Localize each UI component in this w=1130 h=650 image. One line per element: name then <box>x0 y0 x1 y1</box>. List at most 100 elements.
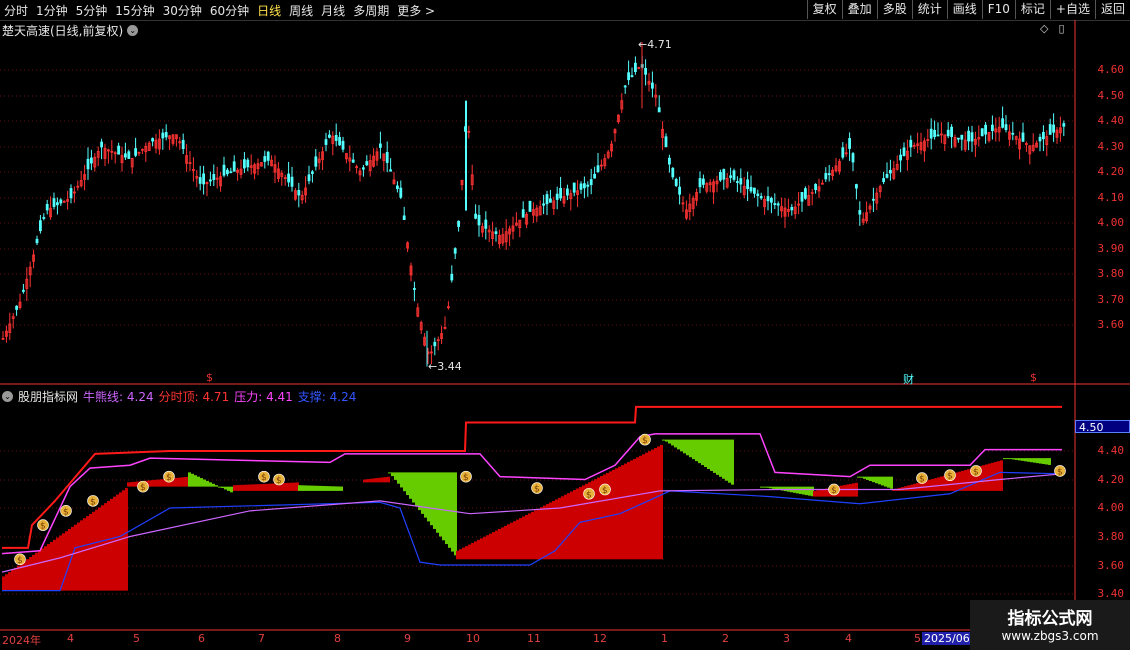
chevron-down-icon[interactable]: ⌄ <box>2 391 13 402</box>
indicator-y-tick-label: 4.20 <box>1097 473 1125 486</box>
candle-body <box>259 162 263 167</box>
chevron-down-icon[interactable]: ⌄ <box>127 25 139 36</box>
panel-toggle-icon[interactable]: ▯ <box>1058 22 1064 35</box>
period-tab-fenshi[interactable]: 分时 <box>0 2 32 19</box>
candle-body <box>365 161 369 166</box>
indicator-bar <box>125 488 128 591</box>
overlay-button[interactable]: 叠加 <box>841 0 877 19</box>
restore-rights-button[interactable]: 复权 <box>806 0 842 19</box>
period-tab-15min[interactable]: 15分钟 <box>111 2 158 19</box>
indicator-bar <box>570 491 573 560</box>
candle-body <box>538 206 542 216</box>
diamond-icon[interactable]: ◇ <box>1040 22 1048 35</box>
indicator-bar <box>145 480 148 487</box>
candle-body <box>895 163 899 170</box>
candle-body <box>878 186 882 193</box>
indicator-bar <box>567 493 570 560</box>
candle-body <box>79 180 83 187</box>
statistics-button[interactable]: 统计 <box>911 0 947 19</box>
candle-body <box>579 183 583 190</box>
candle-body <box>307 174 311 182</box>
period-tab-30min[interactable]: 30分钟 <box>159 2 206 19</box>
candle-body <box>45 203 49 211</box>
candle-body <box>957 137 960 140</box>
indicator-bar <box>778 486 781 491</box>
candle-body <box>372 155 376 167</box>
period-tab-1min[interactable]: 1分钟 <box>32 2 72 19</box>
candle-body <box>909 139 913 148</box>
dividend-marker[interactable]: $ <box>206 371 213 384</box>
period-tab-monthly[interactable]: 月线 <box>317 2 349 19</box>
candle-body <box>970 132 974 142</box>
candle-body <box>137 151 141 154</box>
candle-body <box>161 132 165 139</box>
indicator-name: 股朋指标网 <box>18 390 79 404</box>
indicator-bar <box>163 478 166 487</box>
dividend-marker[interactable]: $ <box>1030 371 1037 384</box>
indicator-bar <box>564 494 567 560</box>
pressure-field: 压力: 4.41 <box>234 390 293 404</box>
mark-button[interactable]: 标记 <box>1014 0 1050 19</box>
indicator-bar <box>898 487 901 491</box>
candle-body <box>946 129 950 137</box>
indicator-bar <box>1018 458 1021 461</box>
candle-body <box>49 207 52 218</box>
back-button[interactable]: 返回 <box>1094 0 1130 19</box>
indicator-bar <box>863 476 866 479</box>
candle-body <box>906 150 909 160</box>
add-watchlist-button[interactable]: +自选 <box>1049 0 1095 19</box>
period-tab-60min[interactable]: 60分钟 <box>206 2 253 19</box>
candle-body <box>759 196 763 199</box>
bull-bear-field: 牛熊线: 4.24 <box>83 390 154 404</box>
indicator-bar <box>166 478 169 487</box>
candle-body <box>559 187 562 199</box>
indicator-bar <box>230 486 233 493</box>
candle-body <box>528 200 532 212</box>
finance-marker[interactable]: 财 <box>903 371 914 387</box>
date-tick-label: 8 <box>334 632 341 645</box>
indicator-bar <box>910 484 913 491</box>
draw-line-button[interactable]: 画线 <box>946 0 982 19</box>
candle-body <box>572 182 576 193</box>
y-tick-label: 4.00 <box>1097 216 1125 229</box>
candle-body <box>253 164 257 174</box>
period-tab-daily[interactable]: 日线 <box>253 2 285 19</box>
indicator-bar <box>1012 458 1015 460</box>
indicator-bar <box>340 486 343 491</box>
candle-body <box>912 144 916 147</box>
candle-body <box>443 327 447 329</box>
period-tab-more[interactable]: 更多 > <box>393 2 439 19</box>
price-chart[interactable]: $ $ $ $ $ $ $ $ $ $ $ $ $ $ $ $ $ $ <box>0 0 1130 650</box>
indicator-bar <box>80 520 83 591</box>
indicator-bar <box>772 486 775 489</box>
candle-body <box>327 134 331 138</box>
indicator-bar <box>878 476 881 485</box>
indicator-bar <box>695 439 698 462</box>
candle-body <box>42 217 46 219</box>
period-tab-multi[interactable]: 多周期 <box>349 2 393 19</box>
f10-button[interactable]: F10 <box>981 0 1015 19</box>
indicator-bar <box>495 530 498 560</box>
money-bag-glyph: $ <box>261 473 267 483</box>
indicator-bar <box>828 487 831 497</box>
candle-body <box>776 203 780 206</box>
indicator-bar <box>200 478 203 487</box>
candle-body <box>225 169 229 175</box>
money-bag-icon: $ <box>531 482 543 495</box>
indicator-title: ⌄ 股朋指标网 牛熊线: 4.24 分时顶: 4.71 压力: 4.41 支撑:… <box>2 388 356 405</box>
candle-body <box>1038 136 1042 142</box>
candle-body <box>756 193 760 197</box>
period-tab-weekly[interactable]: 周线 <box>285 2 317 19</box>
indicator-bar <box>970 468 973 491</box>
period-tab-5min[interactable]: 5分钟 <box>72 2 112 19</box>
candle-body <box>273 164 277 173</box>
candle-body <box>725 177 729 188</box>
multi-stock-button[interactable]: 多股 <box>876 0 912 19</box>
indicator-bar <box>528 513 531 560</box>
indicator-bar <box>516 519 519 560</box>
candle-body <box>140 148 144 151</box>
candle-body <box>487 229 491 233</box>
candle-body <box>1028 145 1032 155</box>
toolbar-right-group: 复权 叠加 多股 统计 画线 F10 标记 +自选 返回 <box>806 0 1130 20</box>
candle-body <box>800 191 804 202</box>
